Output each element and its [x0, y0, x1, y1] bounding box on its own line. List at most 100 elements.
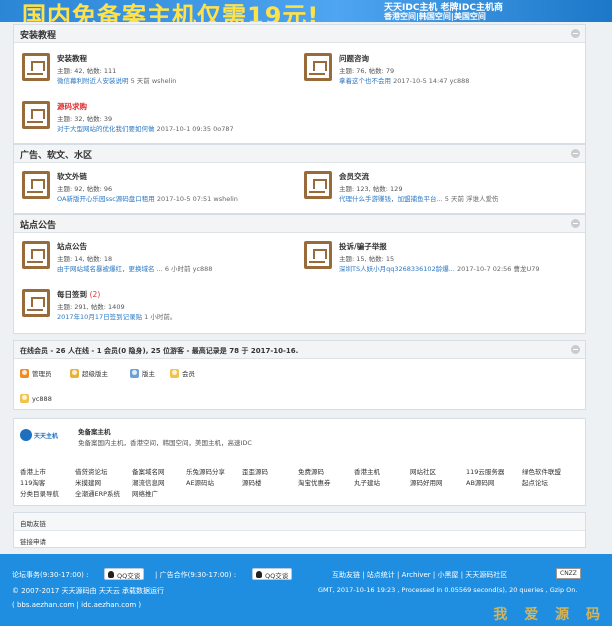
partner-link[interactable]: 全潮通ERP系统 [75, 488, 120, 498]
partner-link[interactable]: 淘宝优惠券 [298, 477, 331, 487]
forum-stats: 主题: 32, 帖数: 39 [57, 115, 113, 123]
forum-stats: 主题: 92, 帖数: 96 [57, 185, 113, 193]
partner-link[interactable]: 源码楼 [242, 477, 262, 487]
member-icon [170, 368, 179, 378]
partner-link[interactable]: 119淘客 [20, 477, 45, 487]
last-post-link[interactable]: 由于网站域名暴被爆红，更换域名 ... [57, 265, 163, 273]
last-post-meta: 5 天前 浮谁人爱伤 [444, 195, 499, 203]
member-icon [20, 394, 29, 403]
online-user[interactable]: yc888 [20, 394, 52, 403]
forum-stats: 主题: 42, 帖数: 111 [57, 67, 117, 75]
partner-link[interactable]: 潮流信息网 [132, 477, 165, 487]
forum-name[interactable]: 软文外链 [57, 171, 87, 182]
forum-icon [22, 171, 50, 199]
partner-link[interactable]: 香港上市 [20, 466, 46, 476]
online-summary: 在线会员 - 26 人在线 - 1 会员(0 隐身), 25 位游客 - 最高记… [20, 347, 299, 355]
top-banner-ad[interactable]: 国内免备案主机仅需19元! 天天IDC主机 老牌IDC主机商 香港空间|韩国空间… [0, 0, 612, 22]
legend-super-mod: 超级版主 [70, 368, 108, 378]
forum-icon [22, 101, 50, 129]
legend-member: 会员 [170, 368, 195, 378]
partner-link[interactable]: AB源码网 [466, 477, 494, 487]
admin-icon [20, 368, 29, 378]
last-post-link[interactable]: 对于大型网站的优化我们要如何做 [57, 125, 155, 133]
forum-item[interactable]: 投诉/骗子举报 主题: 15, 帖数: 15 深圳TS人妖小月qq3268336… [304, 241, 584, 285]
forum-item[interactable]: 每日签到 (2) 主题: 291, 帖数: 1409 2017年10月17日签到… [22, 289, 302, 333]
forum-name[interactable]: 站点公告 [57, 241, 87, 252]
last-post-link[interactable]: 2017年10月17日签到记录贴 [57, 313, 142, 321]
partner-link[interactable]: 源码好用网 [410, 477, 443, 487]
collapse-icon[interactable] [571, 149, 580, 158]
section-ads: 广告、软文、水区 软文外链 主题: 92, 帖数: 96 OA新版开心乐园ssc… [13, 144, 586, 214]
last-post-link[interactable]: 微信幕利附近人安装说明 [57, 77, 129, 85]
section-title: 站点公告 [20, 221, 57, 231]
partner-link[interactable]: 借贷资论坛 [75, 466, 108, 476]
legend-admin: 管理员 [20, 368, 52, 378]
forum-name[interactable]: 源码求购 [57, 101, 87, 112]
partner-link[interactable]: 119云服务器 [466, 466, 504, 476]
friend-links-title: 自助友链 [20, 520, 46, 528]
last-post-meta: 2017-10-5 14:47 yc888 [393, 77, 470, 85]
partner-link[interactable]: 绿色软件联盟 [522, 466, 561, 476]
partner-link[interactable]: 网站社区 [410, 466, 436, 476]
sponsor-logo-text: 天天主机 [34, 433, 59, 440]
partner-link[interactable]: 起点论坛 [522, 477, 548, 487]
qq-chat-button[interactable]: QQ交谈 [252, 568, 293, 580]
gmt-info: GMT, 2017-10-16 19:23 , Processed in 0.0… [318, 586, 578, 594]
partner-link[interactable]: 免费源码 [298, 466, 324, 476]
forum-icon [304, 53, 332, 81]
friend-links-header: 自助友链 [14, 513, 585, 531]
partner-link[interactable]: 米摸建网 [75, 477, 101, 487]
section-header: 站点公告 [14, 215, 585, 233]
last-post-link[interactable]: 代理什么手游赚钱，加盟捕鱼平台... [339, 195, 443, 203]
super-moderator-icon [70, 368, 79, 378]
qq-chat-button[interactable]: QQ交谈 [104, 568, 145, 580]
partner-link[interactable]: 乐兔源码分享 [186, 466, 225, 476]
last-post-link[interactable]: OA新版开心乐园ssc源码盘口租用 [57, 195, 155, 203]
partner-link[interactable]: 备案域名网 [132, 466, 165, 476]
domain-links[interactable]: ( bbs.aezhan.com | idc.aezhan.com ) [12, 601, 141, 609]
last-post-link[interactable]: 拿着这个也不会用 [339, 77, 391, 85]
collapse-icon[interactable] [571, 29, 580, 38]
forum-name-text: 每日签到 [57, 290, 87, 299]
forum-name[interactable]: 投诉/骗子举报 [339, 241, 387, 252]
forum-item[interactable]: 问题咨询 主题: 76, 帖数: 79 拿着这个也不会用 2017-10-5 1… [304, 53, 584, 97]
partner-link[interactable]: 丸子建站 [354, 477, 380, 487]
banner-headline: 国内免备案主机仅需19元! [22, 2, 320, 22]
forum-affairs-label: 论坛事务(9:30-17:00) : [12, 571, 89, 579]
last-post-meta: 2017-10-5 07:51 wshelin [156, 195, 238, 203]
watermark: 我 爱 源 码 [493, 607, 606, 623]
forum-item[interactable]: 会员交流 主题: 123, 帖数: 129 代理什么手游赚钱，加盟捕鱼平台...… [304, 171, 584, 215]
cnzz-badge[interactable]: CNZZ [556, 568, 581, 579]
collapse-icon[interactable] [571, 219, 580, 228]
forum-item[interactable]: 站点公告 主题: 14, 帖数: 18 由于网站域名暴被爆红，更换域名 ... … [22, 241, 302, 285]
forum-name[interactable]: 每日签到 (2) [57, 289, 100, 300]
forum-stats: 主题: 14, 帖数: 18 [57, 255, 113, 263]
forum-icon [304, 241, 332, 269]
last-post-link[interactable]: 深圳TS人妖小月qq3268336102龄爆... [339, 265, 455, 273]
sponsor-logo[interactable]: 天天主机 [20, 428, 72, 444]
footer: 论坛事务(9:30-17:00) : QQ交谈 | 广告合作(9:30-17:0… [0, 554, 612, 626]
partner-link[interactable]: 歪歪源码 [242, 466, 268, 476]
forum-stats: 主题: 15, 帖数: 15 [339, 255, 395, 263]
section-title: 广告、软文、水区 [20, 151, 93, 161]
last-post-meta: 5 天前 wshelin [130, 77, 177, 85]
partner-link[interactable]: 香港主机 [354, 466, 380, 476]
sponsor-title[interactable]: 免备案主机 [78, 426, 111, 436]
collapse-icon[interactable] [571, 345, 580, 354]
legend-moderator: 版主 [130, 368, 155, 378]
forum-stats: 主题: 291, 帖数: 1409 [57, 303, 125, 311]
online-username[interactable]: yc888 [32, 395, 52, 403]
forum-stats: 主题: 123, 帖数: 129 [339, 185, 403, 193]
footer-nav[interactable]: 互助友链 | 站点统计 | Archiver | 小黑屋 | 天天源码社区 [332, 570, 507, 580]
forum-name[interactable]: 安装教程 [57, 53, 87, 64]
forum-item[interactable]: 源码求购 主题: 32, 帖数: 39 对于大型网站的优化我们要如何做 2017… [22, 101, 302, 145]
forum-item[interactable]: 软文外链 主题: 92, 帖数: 96 OA新版开心乐园ssc源码盘口租用 20… [22, 171, 302, 215]
partner-link[interactable]: 分类目录导航 [20, 488, 59, 498]
friend-links-panel: 自助友链 链接申请 [13, 512, 586, 548]
partner-link[interactable]: AE源码站 [186, 477, 214, 487]
forum-name[interactable]: 会员交流 [339, 171, 369, 182]
link-apply[interactable]: 链接申请 [20, 536, 46, 546]
forum-name[interactable]: 问题咨询 [339, 53, 369, 64]
partner-link[interactable]: 网络推广 [132, 488, 158, 498]
forum-item[interactable]: 安装教程 主题: 42, 帖数: 111 微信幕利附近人安装说明 5 天前 ws… [22, 53, 302, 97]
